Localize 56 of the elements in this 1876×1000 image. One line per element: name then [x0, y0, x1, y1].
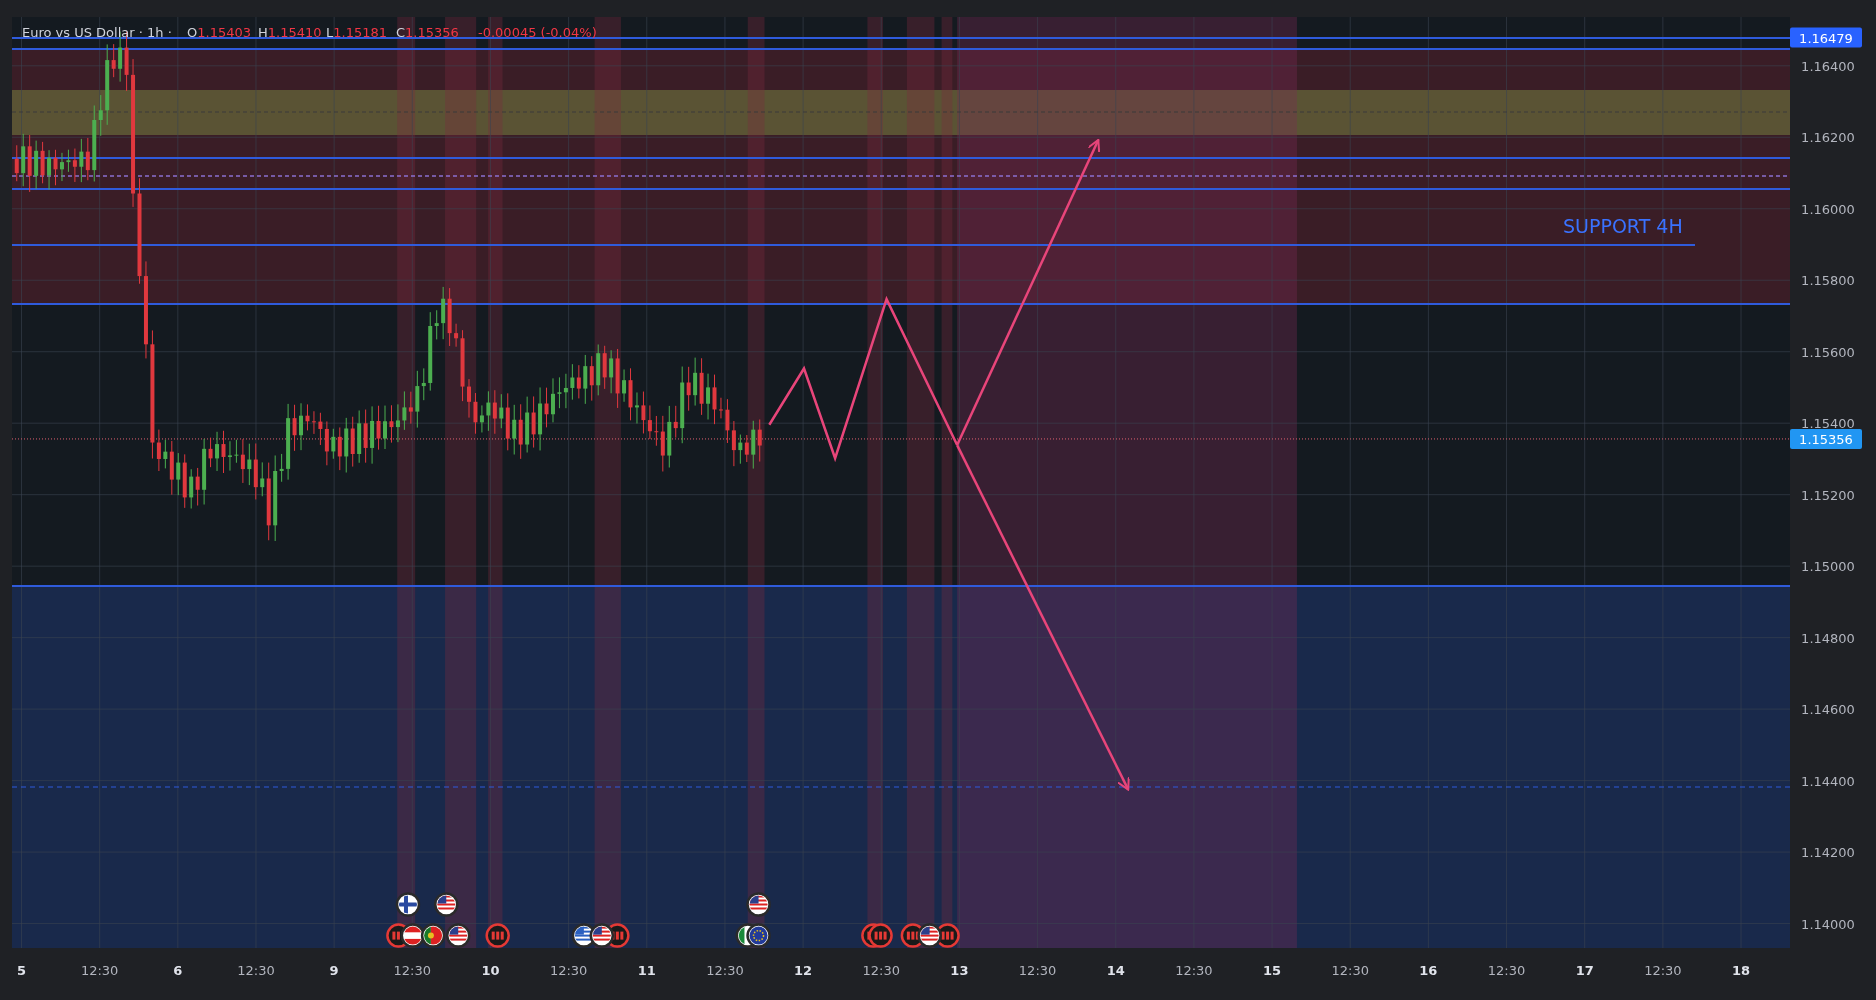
time-label: 12:30	[80, 963, 119, 978]
price-tick: 1.14600	[1801, 702, 1855, 718]
time-label: 12:30	[1644, 963, 1682, 978]
projection-arrow[interactable]	[768, 139, 1130, 791]
price-tick: 1.16400	[1801, 58, 1855, 74]
time-label: 12	[794, 963, 813, 978]
candlestick	[60, 152, 64, 182]
flag-icon[interactable]	[395, 892, 421, 917]
time-label: 6	[173, 963, 183, 978]
price-tick: 1.15600	[1801, 344, 1855, 360]
flag-icon[interactable]	[434, 892, 459, 917]
flag-icon[interactable]	[746, 892, 771, 917]
time-label: 9	[329, 963, 339, 978]
time-label: 12:30	[1487, 963, 1526, 978]
candlestick	[551, 377, 555, 423]
price-tick: 1.14000	[1801, 916, 1855, 932]
candlestick	[299, 402, 303, 451]
price-tick: 1.14400	[1801, 773, 1855, 789]
time-label: 10	[481, 963, 500, 978]
price-tick: 1.16200	[1801, 130, 1855, 146]
time-label: 12:30	[393, 963, 432, 978]
candlestick	[635, 392, 639, 424]
time-label: 15	[1263, 963, 1282, 978]
time-label: 12:30	[706, 963, 744, 978]
time-label: 12:30	[1018, 963, 1057, 978]
price-tick: 1.14800	[1801, 630, 1855, 646]
time-label: 13	[950, 963, 969, 978]
time-label: 16	[1419, 963, 1438, 978]
ohlc-reading: C1.15356	[396, 25, 459, 40]
ohlc-reading: L1.15181	[326, 25, 387, 40]
time-label: 12:30	[549, 963, 588, 978]
candlestick	[14, 144, 19, 182]
time-label: 12:30	[1331, 963, 1369, 978]
time-label: 12:30	[1175, 963, 1213, 978]
ohlc-reading: H1.15410	[258, 25, 322, 40]
time-label: 11	[637, 963, 656, 978]
candlestick	[467, 378, 471, 419]
chart-title: Euro vs US Dollar · 1h ·	[22, 25, 172, 40]
price-tick: 1.14200	[1801, 845, 1855, 861]
top-price-badge: 1.16479	[1790, 27, 1862, 48]
annotation-label: SUPPORT 4H	[1563, 215, 1683, 237]
price-tick: 1.15200	[1801, 487, 1855, 503]
last-price-badge: 1.15356	[1790, 428, 1862, 449]
time-label: 12:30	[237, 963, 275, 978]
time-label: 5	[17, 963, 26, 978]
candlestick	[383, 405, 387, 450]
time-label: 14	[1106, 963, 1125, 978]
time-label: 12:30	[862, 963, 900, 978]
price-tick: 1.15800	[1801, 273, 1855, 289]
price-tick: 1.16000	[1801, 201, 1855, 217]
time-label: 17	[1575, 963, 1594, 978]
ohlc-reading: O1.15403	[187, 25, 251, 40]
price-tick: 1.15000	[1801, 559, 1855, 575]
price-change: -0.00045 (-0.04%)	[478, 25, 597, 40]
event-markers-drawing[interactable]	[386, 923, 960, 948]
time-label: 18	[1731, 963, 1751, 978]
